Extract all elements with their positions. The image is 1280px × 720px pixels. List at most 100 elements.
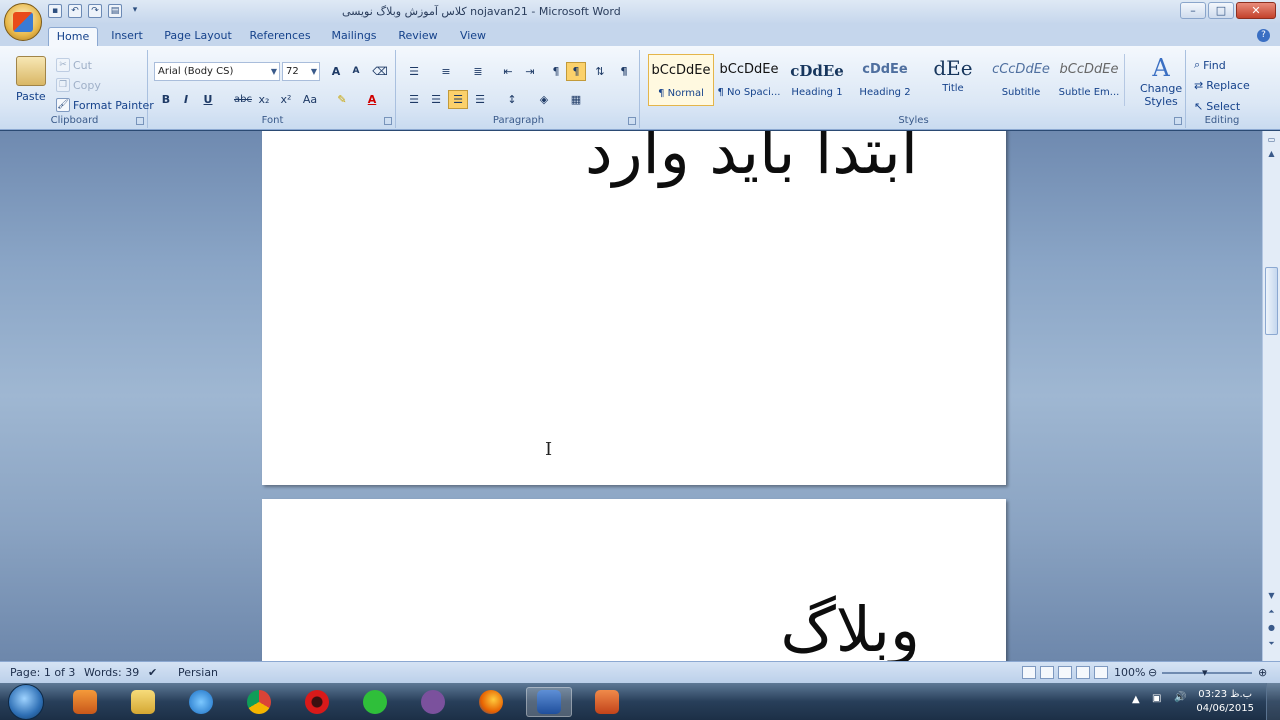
next-page-icon[interactable]: ⏷ [1265, 637, 1278, 651]
volume-icon[interactable]: 🔊 [1174, 692, 1186, 703]
help-icon[interactable]: ? [1257, 29, 1270, 42]
undo-icon[interactable]: ↶ [68, 4, 82, 18]
word-count[interactable]: Words: 39 [84, 666, 139, 679]
browse-object-icon[interactable]: ● [1265, 621, 1278, 635]
line-app-icon[interactable] [352, 687, 398, 717]
style-heading-2[interactable]: cDdEe Heading 2 [852, 54, 918, 106]
change-case-button[interactable]: Aa [298, 90, 322, 109]
file-explorer-icon[interactable] [120, 687, 166, 717]
tray-expand-icon[interactable]: ▲ [1132, 694, 1140, 705]
page-1[interactable]: ابتدا باید وارد [262, 131, 1006, 485]
change-styles-button[interactable]: A Change Styles [1140, 54, 1182, 108]
zoom-slider-handle[interactable]: ▾ [1202, 666, 1208, 679]
copy-button[interactable]: ❐ Copy [56, 78, 101, 92]
previous-page-icon[interactable]: ⏶ [1265, 605, 1278, 619]
borders-icon[interactable]: ▦ [566, 90, 586, 109]
strikethrough-button[interactable]: abc [230, 90, 256, 109]
scroll-up-icon[interactable]: ▲ [1265, 147, 1278, 161]
underline-button[interactable]: U [198, 90, 218, 109]
font-name-combo[interactable]: Arial (Body CS) ▼ [154, 62, 280, 81]
maximize-button[interactable]: □ [1208, 2, 1234, 19]
paragraph-launcher-icon[interactable] [628, 117, 636, 125]
subscript-button[interactable]: x₂ [254, 90, 274, 109]
chrome-icon[interactable] [236, 687, 282, 717]
clipboard-launcher-icon[interactable] [136, 117, 144, 125]
draft-view-icon[interactable] [1094, 666, 1108, 679]
save-icon[interactable]: ▪ [48, 4, 62, 18]
viber-icon[interactable] [410, 687, 456, 717]
highlight-color-icon[interactable]: ✎ [332, 90, 352, 109]
style-title[interactable]: dEe Title [920, 54, 986, 106]
opera-icon[interactable] [294, 687, 340, 717]
justify-icon[interactable]: ☰ [470, 90, 490, 109]
align-center-icon[interactable]: ☰ [426, 90, 446, 109]
grow-font-icon[interactable]: A [326, 62, 346, 81]
rtl-direction-icon[interactable]: ¶ [566, 62, 586, 81]
numbering-icon[interactable]: ≡ [436, 62, 456, 81]
web-layout-view-icon[interactable] [1058, 666, 1072, 679]
tab-view[interactable]: View [452, 27, 494, 46]
proofing-icon[interactable]: ✔ [148, 666, 157, 679]
zoom-level[interactable]: 100% [1114, 666, 1145, 679]
paste-icon[interactable] [16, 56, 46, 86]
document-area[interactable]: ابتدا باید وارد وبلاگ I [0, 131, 1262, 661]
show-marks-button[interactable]: ¶ [614, 62, 634, 81]
replace-button[interactable]: ⇄ Replace [1194, 79, 1250, 92]
show-desktop-button[interactable] [1266, 683, 1280, 720]
font-size-combo[interactable]: 72 ▼ [282, 62, 320, 81]
scroll-down-icon[interactable]: ▼ [1265, 589, 1278, 603]
vertical-scrollbar[interactable]: ▭ ▲ ▼ ⏶ ● ⏷ [1262, 131, 1280, 661]
word-taskbar-icon[interactable] [526, 687, 572, 717]
tab-references[interactable]: References [246, 27, 314, 46]
increase-indent-icon[interactable]: ⇥ [520, 62, 540, 81]
style-subtle-emphasis[interactable]: bCcDdEe Subtle Em... [1056, 54, 1122, 106]
style-heading-1[interactable]: cDdEe Heading 1 [784, 54, 850, 106]
ruler-toggle-icon[interactable]: ▭ [1265, 133, 1278, 147]
ltr-direction-icon[interactable]: ¶ [546, 62, 566, 81]
clock[interactable]: 03:23 ب.ظ 04/06/2015 [1196, 688, 1254, 716]
media-player-icon[interactable] [62, 687, 108, 717]
line-spacing-icon[interactable]: ↕ [502, 90, 522, 109]
style-normal[interactable]: bCcDdEe ¶ Normal [648, 54, 714, 106]
italic-button[interactable]: I [176, 90, 196, 109]
tab-page-layout[interactable]: Page Layout [160, 27, 236, 46]
select-button[interactable]: ↖ Select [1194, 100, 1240, 113]
close-button[interactable]: ✕ [1236, 2, 1276, 19]
customize-qat-icon[interactable]: ▾ [128, 4, 142, 18]
decrease-indent-icon[interactable]: ⇤ [498, 62, 518, 81]
paste-button[interactable]: Paste [16, 90, 46, 103]
tab-insert[interactable]: Insert [106, 27, 148, 46]
network-icon[interactable]: ▣ [1152, 693, 1161, 704]
align-right-icon[interactable]: ☰ [448, 90, 468, 109]
font-launcher-icon[interactable] [384, 117, 392, 125]
redo-icon[interactable]: ↷ [88, 4, 102, 18]
style-no-spacing[interactable]: bCcDdEe ¶ No Spaci... [716, 54, 782, 106]
page-2-text[interactable]: وبلاگ [780, 593, 920, 661]
tab-home[interactable]: Home [48, 27, 98, 46]
scroll-thumb[interactable] [1265, 267, 1278, 335]
zoom-out-icon[interactable]: ⊖ [1148, 666, 1157, 679]
tab-review[interactable]: Review [394, 27, 442, 46]
office-button[interactable] [4, 3, 42, 41]
firefox-icon[interactable] [468, 687, 514, 717]
bullets-icon[interactable]: ☰ [404, 62, 424, 81]
page-count[interactable]: Page: 1 of 3 [10, 666, 75, 679]
find-button[interactable]: ⌕ Find [1194, 58, 1226, 72]
powerpoint-icon[interactable] [584, 687, 630, 717]
superscript-button[interactable]: x² [276, 90, 296, 109]
print-layout-view-icon[interactable] [1022, 666, 1036, 679]
multilevel-list-icon[interactable]: ≣ [468, 62, 488, 81]
styles-launcher-icon[interactable] [1174, 117, 1182, 125]
internet-explorer-icon[interactable] [178, 687, 224, 717]
bold-button[interactable]: B [156, 90, 176, 109]
language-indicator[interactable]: Persian [178, 666, 218, 679]
page-1-text[interactable]: ابتدا باید وارد [585, 131, 918, 188]
outline-view-icon[interactable] [1076, 666, 1090, 679]
styles-gallery-scroll[interactable] [1124, 54, 1136, 106]
tab-mailings[interactable]: Mailings [326, 27, 382, 46]
align-left-icon[interactable]: ☰ [404, 90, 424, 109]
clear-formatting-icon[interactable]: ⌫ [370, 62, 390, 81]
shading-icon[interactable]: ◈ [534, 90, 554, 109]
font-color-icon[interactable]: A [362, 90, 382, 109]
start-button[interactable] [8, 684, 44, 720]
